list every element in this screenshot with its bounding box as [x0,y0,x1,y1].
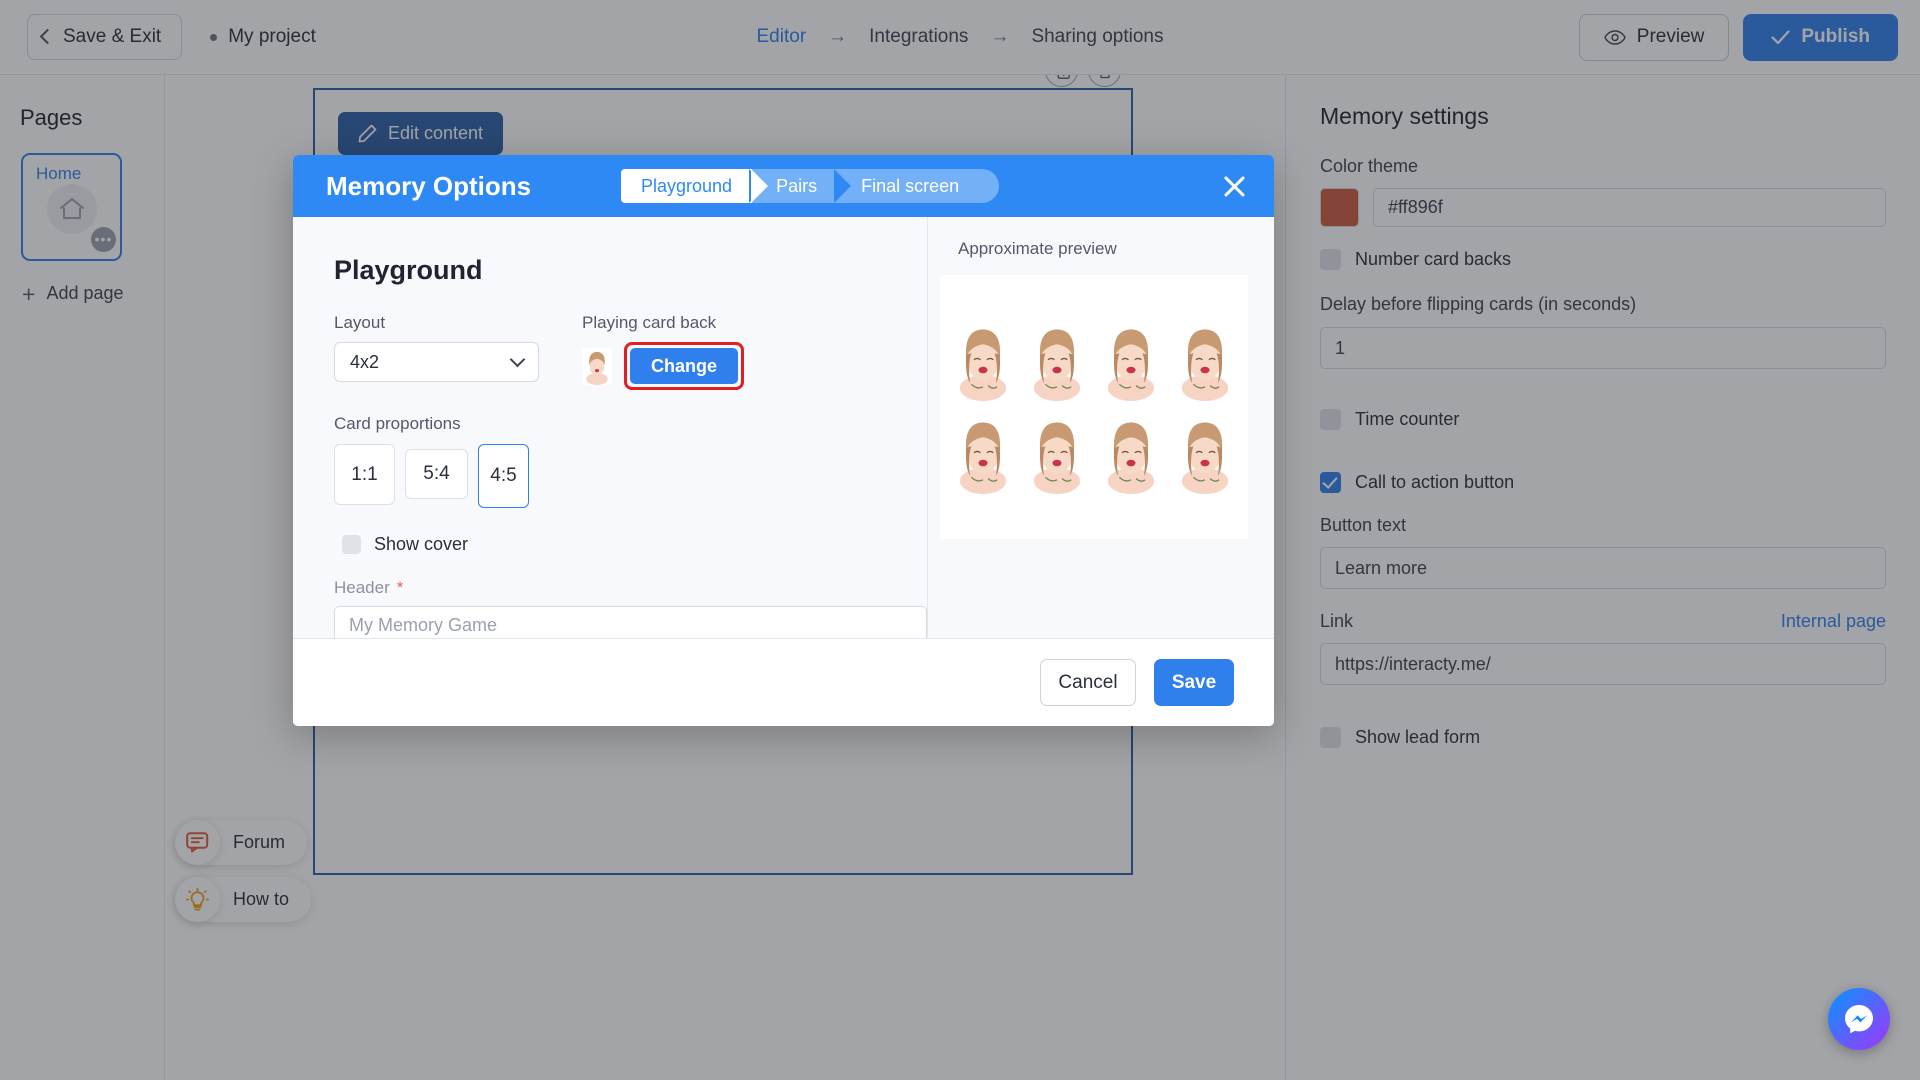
change-card-back-button[interactable]: Change [630,348,738,384]
layout-field: Layout 4x2 [334,313,539,390]
modal-right-column: Approximate preview [927,217,1274,638]
card-proportions-label: Card proportions [334,414,461,433]
required-asterisk: * [396,578,404,597]
preview-label: Approximate preview [958,239,1117,258]
preview-card [1107,328,1155,401]
header-field-label: Header * [334,578,927,598]
preview-card [959,421,1007,494]
preview-card [1033,328,1081,401]
preview-card [1181,328,1229,401]
messenger-icon [1845,1005,1873,1034]
preview-card [1107,421,1155,494]
card-back-field: Playing card back Change [582,313,744,390]
proportion-option-5-4[interactable]: 5:4 [405,449,468,499]
section-heading: Playground [334,255,483,285]
modal-title: Memory Options [326,170,532,201]
preview-card [959,328,1007,401]
messenger-chat-button[interactable] [1828,988,1890,1050]
modal-footer: Cancel Save [293,638,1274,726]
step-playground-label: Playground [641,175,733,196]
cancel-button[interactable]: Cancel [1040,659,1136,706]
step-final-screen[interactable]: Final screen [837,169,1000,203]
layout-select-value: 4x2 [350,351,380,372]
step-separator [834,169,852,203]
preview-row [950,321,1238,401]
modal-header: Memory Options Playground Pairs Final sc… [293,155,1274,217]
preview-card [1033,421,1081,494]
preview-row [950,414,1238,494]
proportion-option-1-1[interactable]: 1:1 [334,444,395,505]
step-playground[interactable]: Playground [621,169,769,203]
step-separator [749,169,767,203]
layout-select[interactable]: 4x2 [334,342,539,382]
save-button[interactable]: Save [1154,659,1234,706]
change-button-highlight: Change [624,342,744,390]
layout-and-cardback-row: Layout 4x2 Playing card back Change [334,313,927,390]
layout-label: Layout [334,313,386,332]
card-back-thumbnail[interactable] [582,347,612,385]
memory-options-modal: Memory Options Playground Pairs Final sc… [293,155,1274,726]
card-back-row: Change [582,342,744,390]
preview-box [940,275,1248,539]
step-pairs-label: Pairs [776,175,818,196]
show-cover-label: Show cover [374,534,469,554]
show-cover-checkbox[interactable]: Show cover [342,534,927,555]
preview-card [1181,421,1229,494]
step-final-screen-label: Final screen [861,175,960,196]
card-back-label: Playing card back [582,313,717,332]
card-proportions-group: 1:1 5:4 4:5 [334,444,927,508]
header-label-text: Header [334,578,390,597]
modal-body: Playground Layout 4x2 Playing card back [293,217,1274,726]
checkbox-box [342,535,361,554]
chevron-down-icon [509,351,526,368]
modal-left-column: Playground Layout 4x2 Playing card back [293,217,927,726]
modal-steps: Playground Pairs Final screen [621,169,1000,203]
proportion-option-4-5[interactable]: 4:5 [478,444,529,508]
close-icon[interactable] [1221,173,1248,200]
